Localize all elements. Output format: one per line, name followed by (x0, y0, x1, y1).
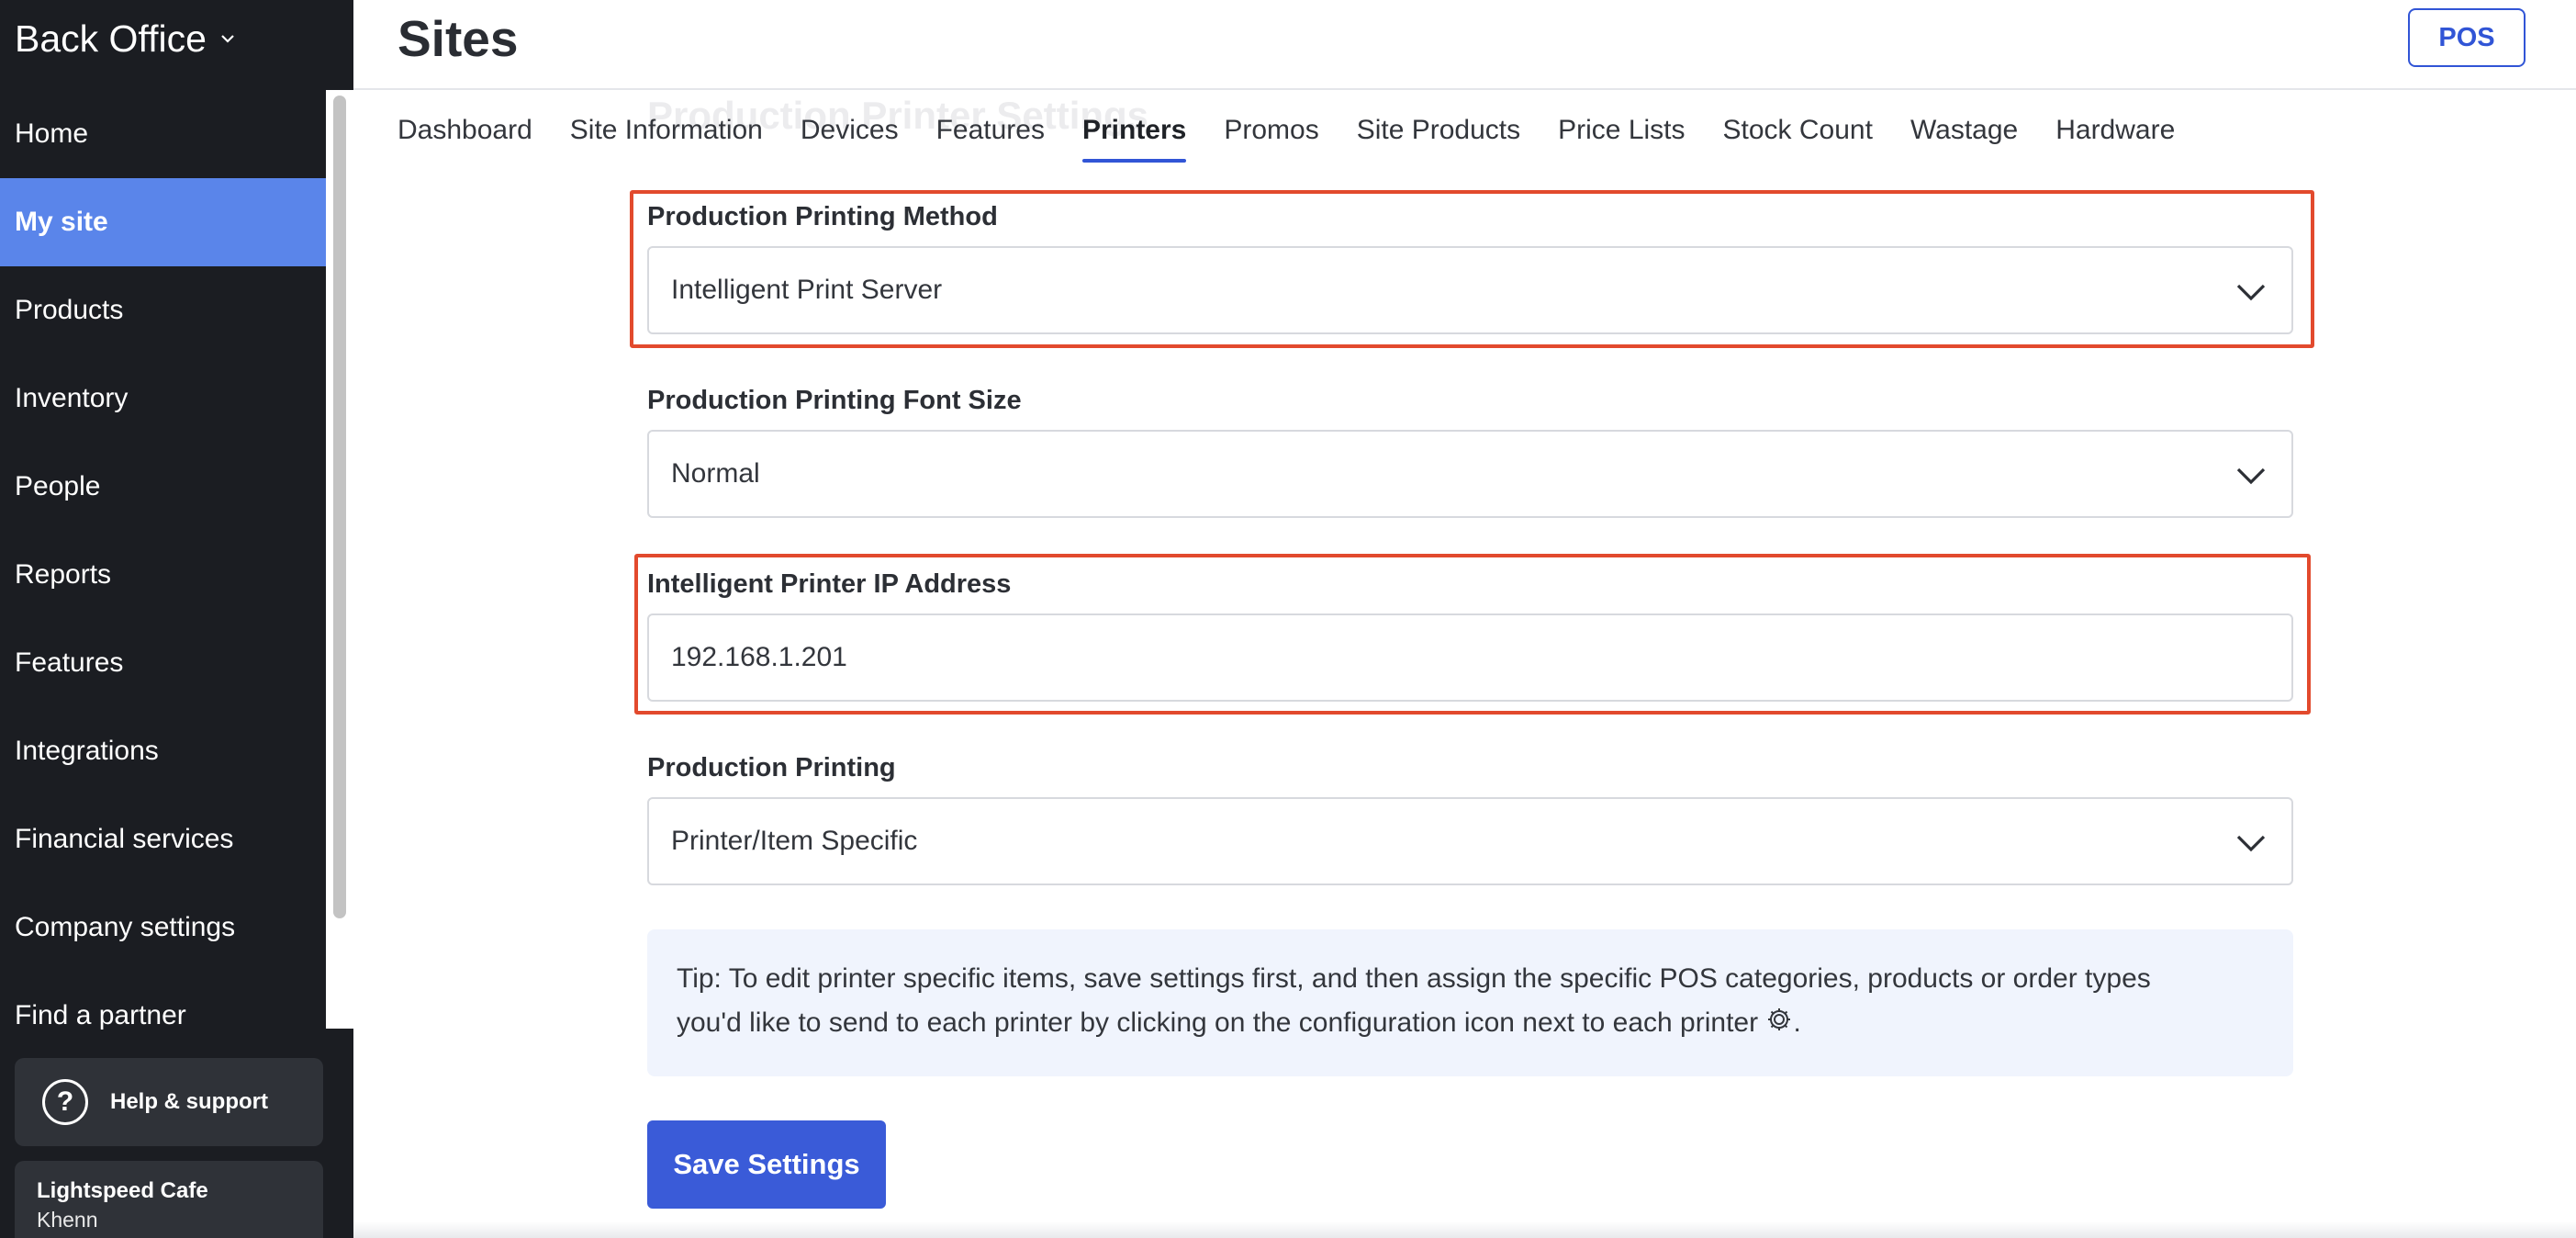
printing-method-label: Production Printing Method (647, 202, 998, 231)
save-settings-button[interactable]: Save Settings (647, 1120, 886, 1209)
chevron-down-icon (2236, 284, 2266, 301)
sidebar-item-label: People (15, 471, 101, 501)
chevron-down-icon (2236, 835, 2266, 852)
account-name: Lightspeed Cafe (37, 1178, 208, 1203)
tab-hardware[interactable]: Hardware (2055, 115, 2175, 163)
sidebar-item-reports[interactable]: Reports (0, 531, 326, 619)
tab-features[interactable]: Features (936, 115, 1045, 163)
sidebar-item-label: Company settings (15, 912, 236, 942)
pos-button[interactable]: POS (2408, 8, 2526, 67)
sidebar-item-inventory[interactable]: Inventory (0, 355, 326, 443)
sidebar-item-label: Features (15, 647, 124, 678)
tab-site-information[interactable]: Site Information (570, 115, 763, 163)
tip-line-2-row: you'd like to send to each printer by cl… (677, 1001, 2264, 1045)
site-tabs: Dashboard Site Information Devices Featu… (398, 115, 2175, 179)
production-printing-value: Printer/Item Specific (671, 826, 918, 856)
chevron-down-icon (2236, 467, 2266, 485)
sidebar-item-company-settings[interactable]: Company settings (0, 883, 326, 972)
sidebar: Back Office Home My site Products Invent… (0, 0, 353, 1238)
tip-end: . (1793, 1007, 1801, 1038)
printing-method-select[interactable]: Intelligent Print Server (647, 246, 2293, 334)
page-title: Sites (398, 10, 519, 67)
brand-title: Back Office (15, 17, 207, 60)
font-size-value: Normal (671, 458, 760, 489)
sidebar-item-products[interactable]: Products (0, 266, 326, 355)
account-user: Khenn (37, 1208, 98, 1232)
sidebar-item-label: Products (15, 295, 124, 325)
sidebar-item-label: Reports (15, 559, 112, 590)
account-switcher[interactable]: Lightspeed Cafe Khenn (15, 1161, 323, 1238)
tab-site-products[interactable]: Site Products (1357, 115, 1520, 163)
sidebar-item-label: Integrations (15, 736, 159, 766)
sidebar-scrollbar[interactable] (326, 90, 353, 1029)
sidebar-item-integrations[interactable]: Integrations (0, 707, 326, 795)
question-circle-icon: ? (42, 1079, 88, 1125)
tab-devices[interactable]: Devices (801, 115, 899, 163)
gear-icon (1768, 1008, 1791, 1030)
tip-box: Tip: To edit printer specific items, sav… (647, 929, 2293, 1076)
sidebar-item-features[interactable]: Features (0, 619, 326, 707)
tab-price-lists[interactable]: Price Lists (1558, 115, 1685, 163)
bottom-fade (353, 1221, 2576, 1238)
tab-dashboard[interactable]: Dashboard (398, 115, 532, 163)
top-bar: Sites POS (353, 0, 2576, 90)
tip-line-1: Tip: To edit printer specific items, sav… (677, 963, 2151, 994)
sidebar-item-home[interactable]: Home (0, 90, 326, 178)
sidebar-item-people[interactable]: People (0, 443, 326, 531)
printing-method-value: Intelligent Print Server (671, 275, 943, 305)
production-printing-select[interactable]: Printer/Item Specific (647, 797, 2293, 885)
scrollbar-thumb[interactable] (333, 96, 346, 918)
ip-address-value: 192.168.1.201 (671, 642, 847, 672)
chevron-down-icon (221, 35, 234, 43)
sidebar-item-label: Find a partner (15, 1000, 186, 1030)
font-size-label: Production Printing Font Size (647, 386, 1022, 415)
help-support-label: Help & support (110, 1089, 268, 1114)
sidebar-item-label: Inventory (15, 383, 129, 413)
tab-printers[interactable]: Printers (1081, 115, 1187, 163)
sidebar-item-label: My site (15, 207, 108, 237)
tip-line-2: you'd like to send to each printer by cl… (677, 1007, 1759, 1038)
tab-wastage[interactable]: Wastage (1910, 115, 2018, 163)
ip-address-input[interactable]: 192.168.1.201 (647, 613, 2293, 702)
sidebar-item-find-a-partner[interactable]: Find a partner (0, 972, 326, 1060)
font-size-select[interactable]: Normal (647, 430, 2293, 518)
ip-address-label: Intelligent Printer IP Address (647, 569, 1012, 599)
sidebar-nav: Home My site Products Inventory People R… (0, 90, 326, 1060)
sidebar-item-label: Financial services (15, 824, 234, 854)
tab-stock-count[interactable]: Stock Count (1723, 115, 1873, 163)
sidebar-item-label: Home (15, 118, 89, 149)
sidebar-item-financial-services[interactable]: Financial services (0, 795, 326, 883)
help-support-button[interactable]: ? Help & support (15, 1058, 323, 1146)
brand-menu[interactable]: Back Office (15, 13, 236, 64)
production-printing-label: Production Printing (647, 753, 896, 782)
tab-promos[interactable]: Promos (1224, 115, 1318, 163)
sidebar-item-my-site[interactable]: My site (0, 178, 326, 266)
